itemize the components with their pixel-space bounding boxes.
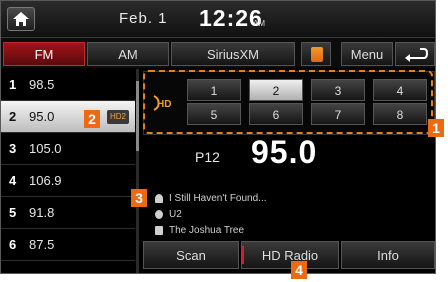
station-frequency: 91.8 bbox=[29, 205, 55, 220]
menu-button[interactable]: Menu bbox=[341, 42, 393, 66]
back-button[interactable] bbox=[395, 42, 435, 66]
tab-fm[interactable]: FM bbox=[3, 42, 85, 66]
station-row[interactable]: 6 87.5 bbox=[1, 229, 135, 261]
station-number: 2 bbox=[9, 109, 17, 124]
person-icon bbox=[155, 194, 163, 203]
info-button[interactable]: Info bbox=[341, 241, 435, 269]
scan-button[interactable]: Scan bbox=[143, 241, 239, 269]
media-source-button[interactable] bbox=[301, 42, 331, 66]
home-icon bbox=[13, 12, 29, 26]
station-frequency: 106.9 bbox=[29, 173, 62, 188]
station-number: 1 bbox=[9, 77, 17, 92]
date-text: Feb. 1 bbox=[119, 10, 168, 27]
callout-1: 1 bbox=[428, 119, 444, 137]
tab-am[interactable]: AM bbox=[87, 42, 169, 66]
song-title: I Still Haven't Found... bbox=[169, 193, 267, 204]
station-frequency: 105.0 bbox=[29, 141, 62, 156]
artist-name: U2 bbox=[169, 209, 182, 220]
back-arrow-icon bbox=[405, 48, 429, 62]
artist-icon bbox=[155, 210, 163, 219]
station-number: 4 bbox=[9, 173, 17, 188]
hd-channel-badge: HD2 bbox=[107, 110, 129, 124]
status-bar: Feb. 1 12:26 AM bbox=[1, 1, 435, 38]
station-scrollbar[interactable] bbox=[136, 69, 139, 273]
station-number: 5 bbox=[9, 205, 17, 220]
station-frequency: 87.5 bbox=[29, 237, 55, 252]
clock-ampm: AM bbox=[253, 19, 265, 28]
station-frequency: 95.0 bbox=[29, 109, 55, 124]
callout-2: 2 bbox=[84, 110, 100, 128]
current-frequency: 95.0 bbox=[251, 134, 318, 170]
hd-indicator-mark bbox=[241, 246, 244, 264]
station-row[interactable]: 4 106.9 bbox=[1, 165, 135, 197]
callout-4: 4 bbox=[291, 261, 307, 279]
scroll-thumb[interactable] bbox=[136, 81, 139, 151]
station-row-selected[interactable]: 2 95.0 HD2 bbox=[1, 101, 135, 133]
station-row[interactable]: 3 105.0 bbox=[1, 133, 135, 165]
preset-tag: P12 bbox=[195, 149, 220, 165]
callout-3: 3 bbox=[131, 189, 147, 207]
station-frequency: 98.5 bbox=[29, 77, 55, 92]
home-button[interactable] bbox=[7, 7, 35, 31]
station-number: 3 bbox=[9, 141, 17, 156]
album-icon bbox=[155, 226, 163, 235]
station-row[interactable]: 1 98.5 bbox=[1, 69, 135, 101]
preset-highlight-frame bbox=[143, 70, 433, 134]
station-number: 6 bbox=[9, 237, 17, 252]
station-row[interactable]: 5 91.8 bbox=[1, 197, 135, 229]
tab-siriusxm[interactable]: SiriusXM bbox=[171, 42, 295, 66]
album-name: The Joshua Tree bbox=[169, 225, 245, 236]
radio-screen: Feb. 1 12:26 AM FM AM SiriusXM Menu 1 98… bbox=[0, 0, 436, 274]
hd-radio-button[interactable]: HD Radio bbox=[241, 241, 339, 269]
music-icon bbox=[311, 47, 323, 62]
station-list: 1 98.5 2 95.0 HD2 3 105.0 4 106.9 5 91.8… bbox=[1, 69, 139, 273]
